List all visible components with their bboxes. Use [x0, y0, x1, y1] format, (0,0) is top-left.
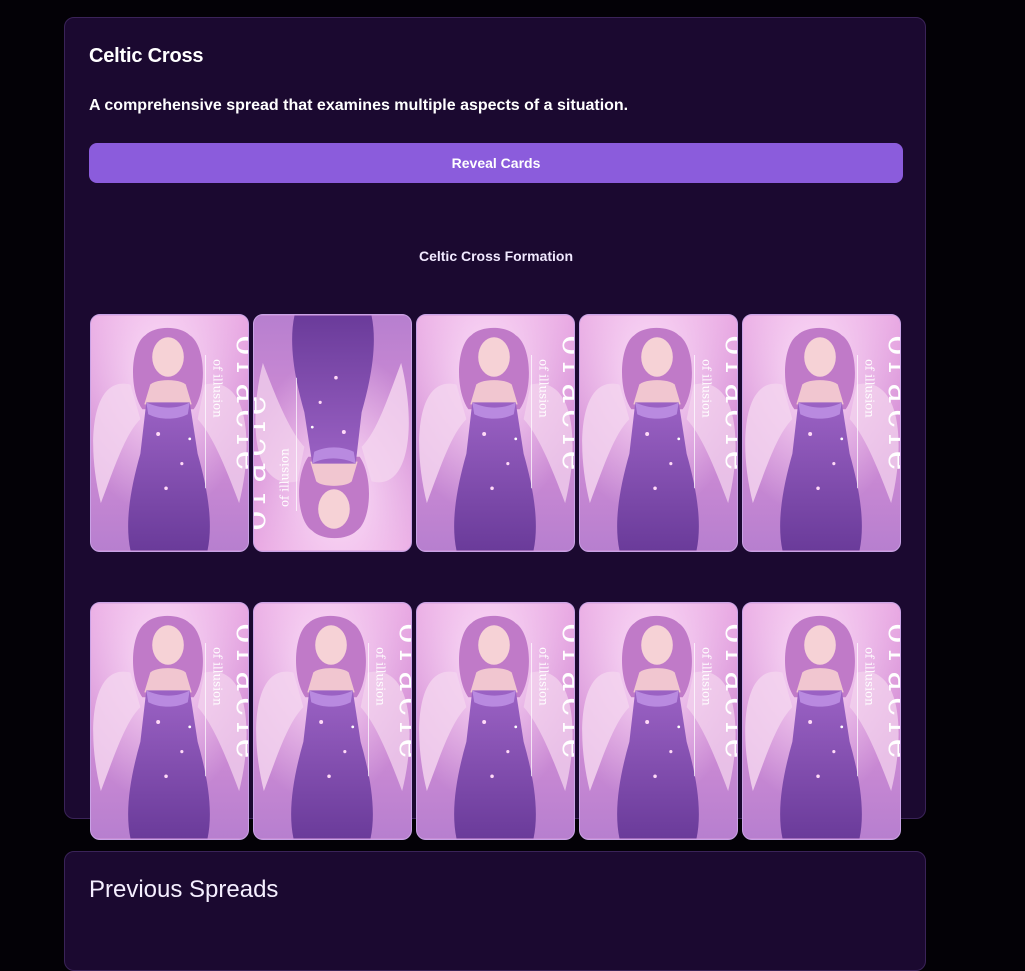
tarot-card-7[interactable]: oracle of illusion	[253, 602, 412, 840]
tarot-card-3[interactable]: oracle of illusion	[416, 314, 575, 552]
svg-text:of illusion: of illusion	[536, 359, 550, 418]
svg-text:oracle: oracle	[881, 623, 900, 764]
card-back-illustration: oracle of illusion	[91, 315, 248, 551]
svg-text:of illusion: of illusion	[373, 647, 387, 706]
svg-text:of illusion: of illusion	[699, 359, 713, 418]
card-back-illustration: oracle of illusion	[580, 603, 737, 839]
card-back-illustration: oracle of illusion	[417, 315, 574, 551]
svg-text:of illusion: of illusion	[536, 647, 550, 706]
svg-text:oracle: oracle	[881, 335, 900, 476]
svg-text:of illusion: of illusion	[210, 359, 224, 418]
formation-title: Celtic Cross Formation	[418, 248, 574, 264]
svg-text:oracle: oracle	[229, 623, 248, 764]
svg-text:of illusion: of illusion	[862, 359, 876, 418]
svg-text:oracle: oracle	[555, 623, 574, 764]
card-back-illustration: oracle of illusion	[743, 315, 900, 551]
tarot-card-6[interactable]: oracle of illusion	[90, 602, 249, 840]
previous-spreads-title: Previous Spreads	[89, 876, 279, 903]
tarot-card-9[interactable]: oracle of illusion	[579, 602, 738, 840]
previous-spreads-panel: Previous Spreads	[64, 851, 926, 971]
card-back-illustration: oracle of illusion	[580, 315, 737, 551]
tarot-card-1[interactable]: oracle of illusion	[90, 314, 249, 552]
tarot-card-2[interactable]: oracle of illusion	[253, 314, 412, 552]
svg-text:of illusion: of illusion	[210, 647, 224, 706]
svg-text:oracle: oracle	[229, 335, 248, 476]
tarot-card-8[interactable]: oracle of illusion	[416, 602, 575, 840]
tarot-card-5[interactable]: oracle of illusion	[742, 314, 901, 552]
svg-text:oracle: oracle	[555, 335, 574, 476]
card-back-illustration: oracle of illusion	[254, 315, 411, 551]
card-back-illustration: oracle of illusion	[91, 603, 248, 839]
svg-text:oracle: oracle	[392, 623, 411, 764]
spread-title: Celtic Cross	[89, 45, 204, 67]
svg-text:oracle: oracle	[718, 623, 737, 764]
tarot-card-4[interactable]: oracle of illusion	[579, 314, 738, 552]
svg-text:oracle: oracle	[254, 390, 273, 531]
reveal-cards-button[interactable]: Reveal Cards	[89, 143, 903, 183]
svg-text:of illusion: of illusion	[862, 647, 876, 706]
tarot-card-10[interactable]: oracle of illusion	[742, 602, 901, 840]
card-back-illustration: oracle of illusion	[743, 603, 900, 839]
svg-text:of illusion: of illusion	[278, 448, 292, 507]
svg-text:of illusion: of illusion	[699, 647, 713, 706]
spread-description: A comprehensive spread that examines mul…	[89, 97, 629, 114]
card-back-illustration: oracle of illusion	[417, 603, 574, 839]
card-grid: oracle of illusion oracle of illusion or…	[90, 314, 902, 844]
card-back-illustration: oracle of illusion	[254, 603, 411, 839]
svg-text:oracle: oracle	[718, 335, 737, 476]
